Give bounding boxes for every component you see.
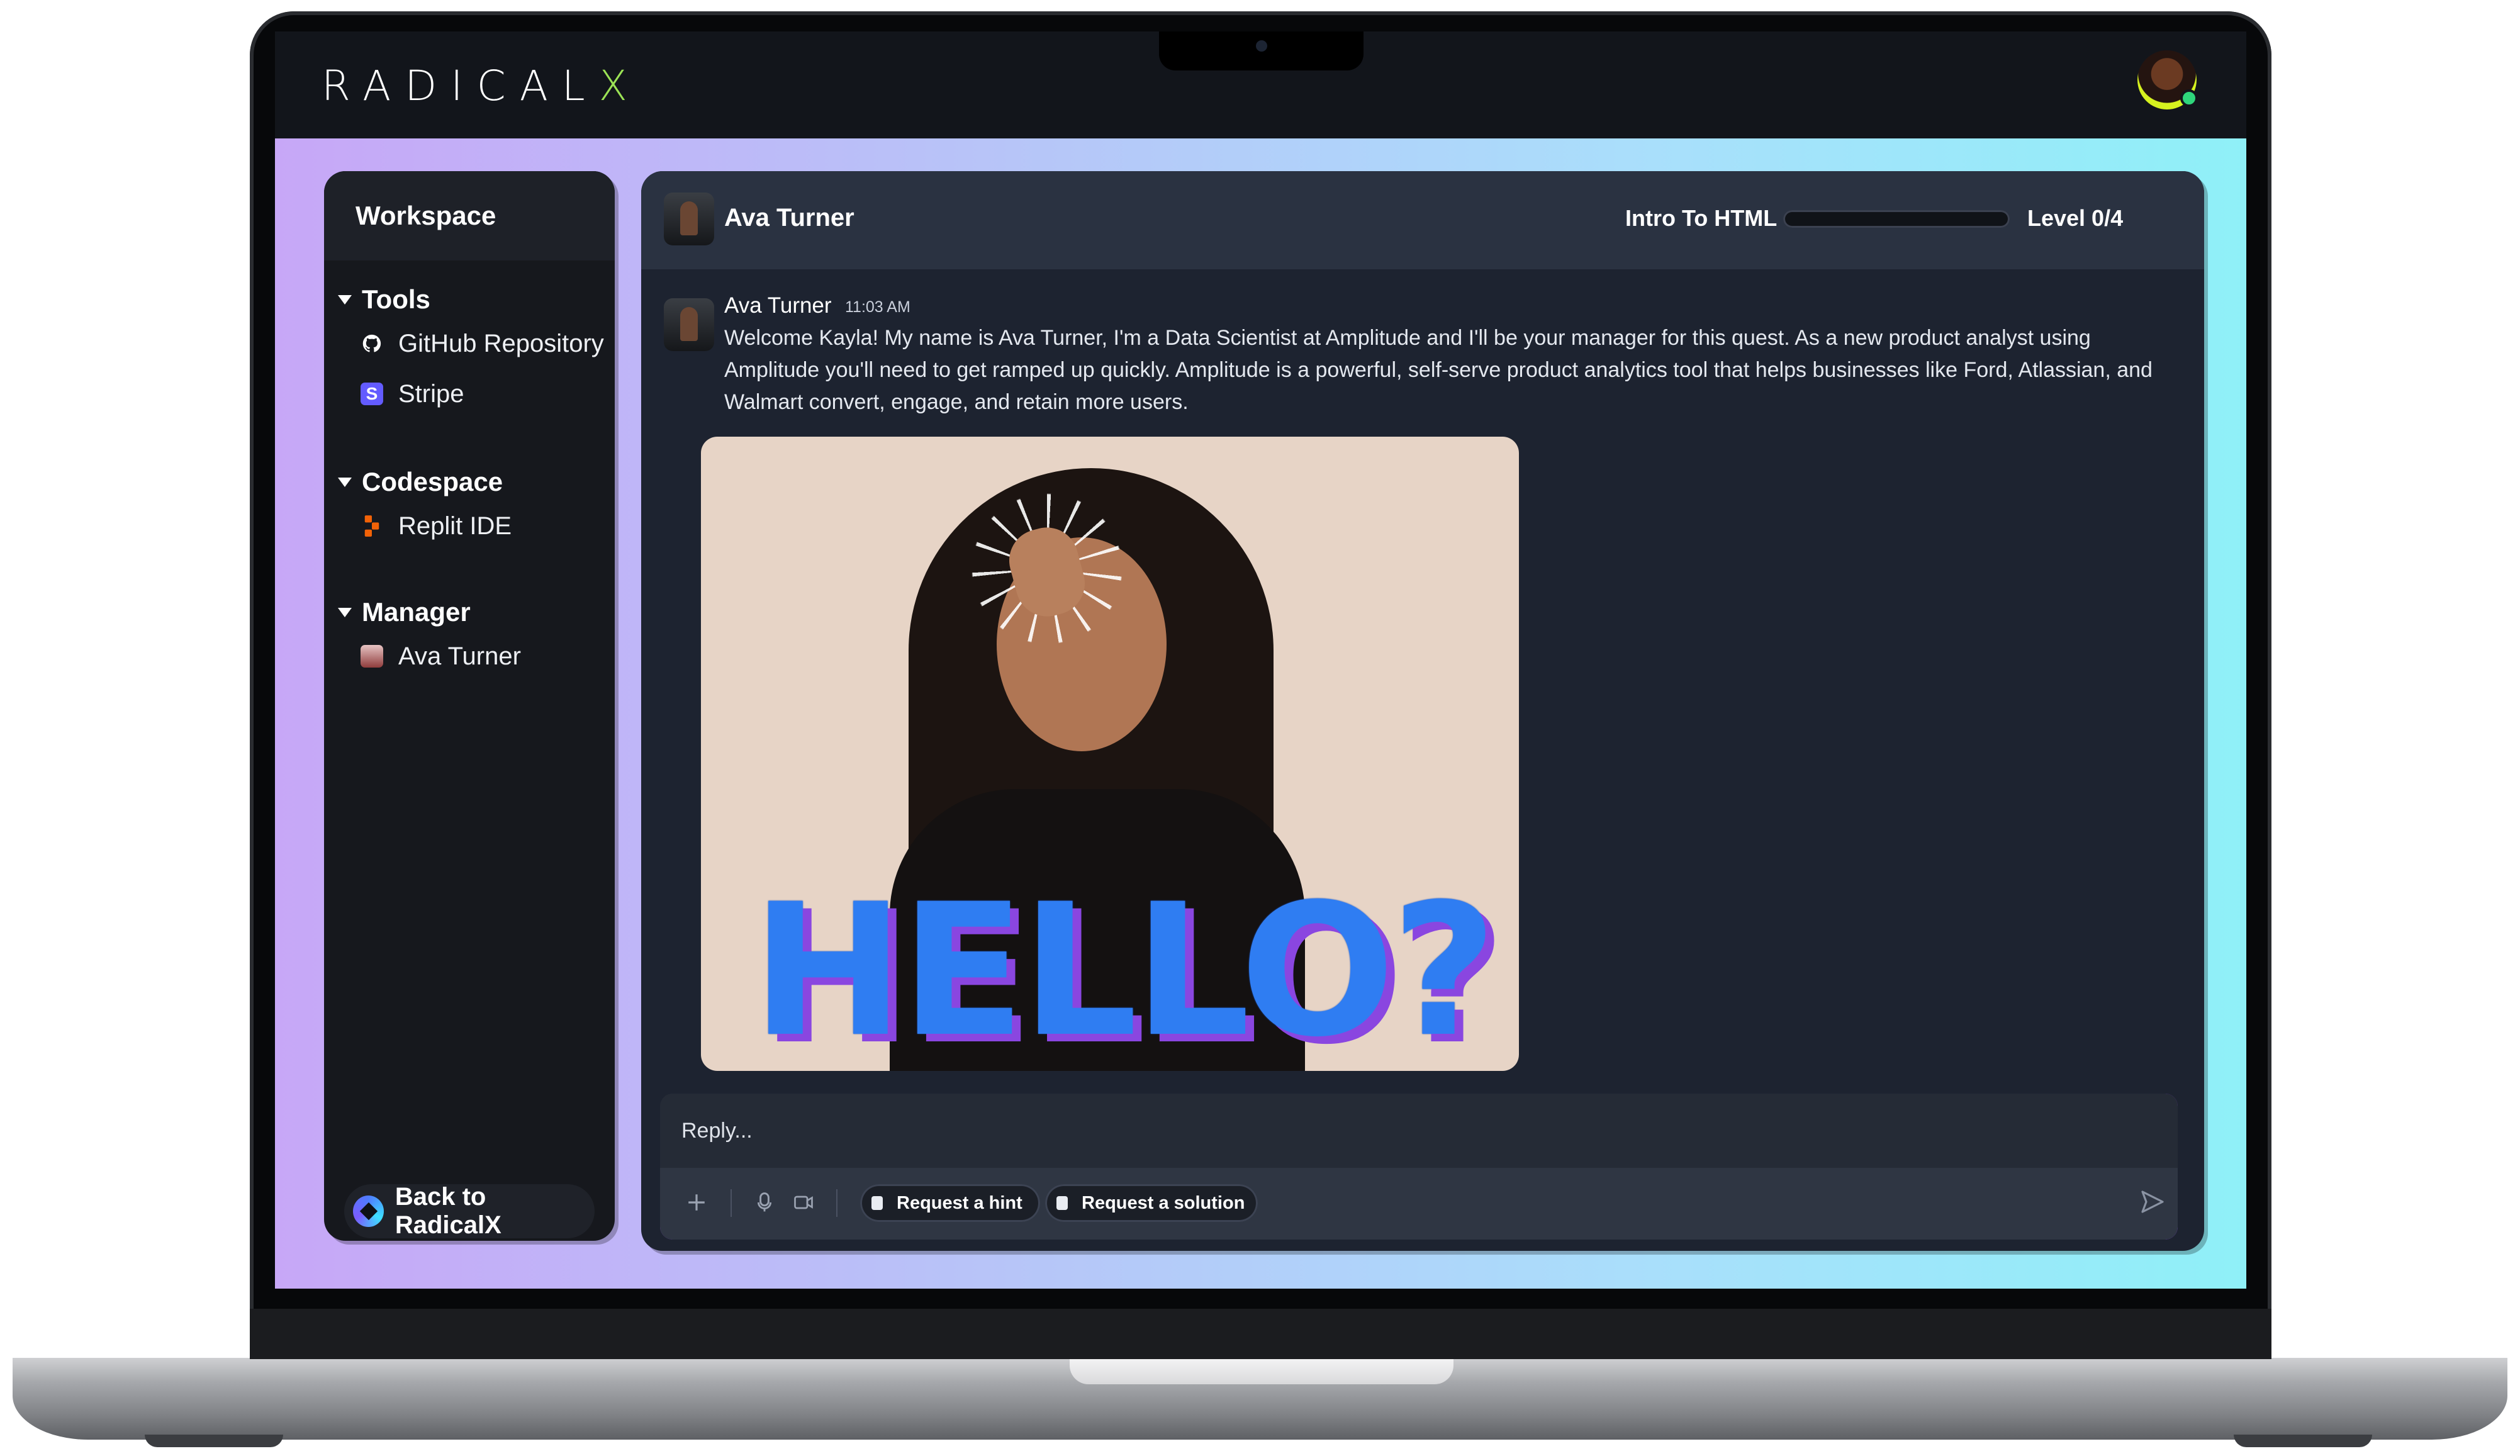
online-status-icon	[2180, 89, 2198, 107]
send-icon[interactable]	[2140, 1189, 2165, 1214]
laptop-foot-right	[2234, 1435, 2372, 1447]
back-to-radicalx-button[interactable]: Back to RadicalX	[344, 1183, 595, 1239]
manager-avatar[interactable]	[664, 193, 714, 245]
sidebar-title: Workspace	[356, 201, 496, 230]
group-header-manager[interactable]: Manager	[337, 593, 521, 631]
camera-icon	[1256, 40, 1267, 52]
sidebar-item-replit[interactable]: Replit IDE	[337, 501, 512, 551]
solution-icon	[1056, 1196, 1068, 1210]
group-label: Manager	[362, 597, 471, 627]
reply-composer: Request a hint Request a solution	[660, 1094, 2178, 1240]
message-avatar[interactable]	[664, 298, 714, 351]
group-codespace: Codespace Replit IDE	[337, 463, 512, 551]
gif-caption: HELLO?	[751, 865, 1498, 1071]
github-icon	[361, 332, 383, 355]
caret-down-icon	[338, 477, 352, 487]
sidebar-item-stripe[interactable]: S Stripe	[337, 369, 604, 419]
back-button-label: Back to RadicalX	[395, 1183, 501, 1239]
sidebar-item-label: GitHub Repository	[398, 329, 604, 357]
message-timestamp: 11:03 AM	[845, 298, 910, 316]
laptop-foot-left	[145, 1435, 283, 1447]
sidebar-item-ava-turner[interactable]: Ava Turner	[337, 631, 521, 681]
reply-input[interactable]	[660, 1094, 2178, 1168]
message-text: Welcome Kayla! My name is Ava Turner, I'…	[724, 326, 2153, 414]
group-header-tools[interactable]: Tools	[337, 281, 604, 318]
sidebar-item-github[interactable]: GitHub Repository	[337, 318, 604, 369]
group-manager: Manager Ava Turner	[337, 593, 521, 681]
chat-header: Ava Turner Intro To HTML Level 0/4	[641, 171, 2204, 269]
group-label: Tools	[362, 284, 430, 314]
course-progress-bar	[1783, 210, 2010, 228]
toolbar-divider	[731, 1189, 732, 1217]
sidebar-header: Workspace	[324, 171, 615, 260]
user-avatar[interactable]	[2137, 50, 2198, 109]
radicalx-logo-icon	[353, 1196, 384, 1227]
stripe-icon: S	[361, 383, 383, 405]
laptop-screen: RADICALX Workspace Tools GitHub Reposito…	[275, 31, 2246, 1289]
group-tools: Tools GitHub Repository S Stripe	[337, 281, 604, 419]
group-header-codespace[interactable]: Codespace	[337, 463, 512, 501]
avatar-icon	[361, 645, 383, 668]
sidebar-item-label: Ava Turner	[398, 642, 521, 670]
chat-panel: Ava Turner Intro To HTML Level 0/4 Ava T…	[641, 171, 2204, 1251]
laptop-chin	[250, 1309, 2271, 1359]
reply-toolbar: Request a hint Request a solution	[660, 1168, 2178, 1240]
plus-icon[interactable]	[684, 1187, 709, 1218]
microphone-icon[interactable]	[753, 1187, 776, 1218]
group-label: Codespace	[362, 467, 503, 496]
hint-button-label: Request a hint	[897, 1192, 1022, 1213]
course-title: Intro To HTML	[1625, 205, 1778, 231]
hello-gif-image[interactable]: HELLO?	[701, 437, 1519, 1071]
level-indicator: Level 0/4	[2027, 205, 2124, 231]
message-author: Ava Turner	[724, 293, 832, 318]
caret-down-icon	[338, 294, 352, 305]
sidebar: Workspace Tools GitHub Repository S Stri…	[324, 171, 615, 1241]
laptop-opening-groove	[1070, 1358, 1453, 1384]
request-hint-button[interactable]: Request a hint	[860, 1184, 1040, 1222]
camera-notch	[1159, 31, 1364, 70]
request-solution-button[interactable]: Request a solution	[1045, 1184, 1258, 1222]
solution-button-label: Request a solution	[1082, 1192, 1245, 1213]
hint-icon	[871, 1196, 883, 1210]
sidebar-item-label: Replit IDE	[398, 512, 512, 540]
chat-header-name: Ava Turner	[724, 204, 854, 232]
replit-icon	[361, 515, 383, 537]
video-icon[interactable]	[792, 1187, 815, 1218]
caret-down-icon	[338, 607, 352, 617]
sidebar-item-label: Stripe	[398, 379, 464, 408]
toolbar-divider	[836, 1189, 837, 1217]
brand-logo[interactable]: RADICALX	[322, 62, 641, 110]
